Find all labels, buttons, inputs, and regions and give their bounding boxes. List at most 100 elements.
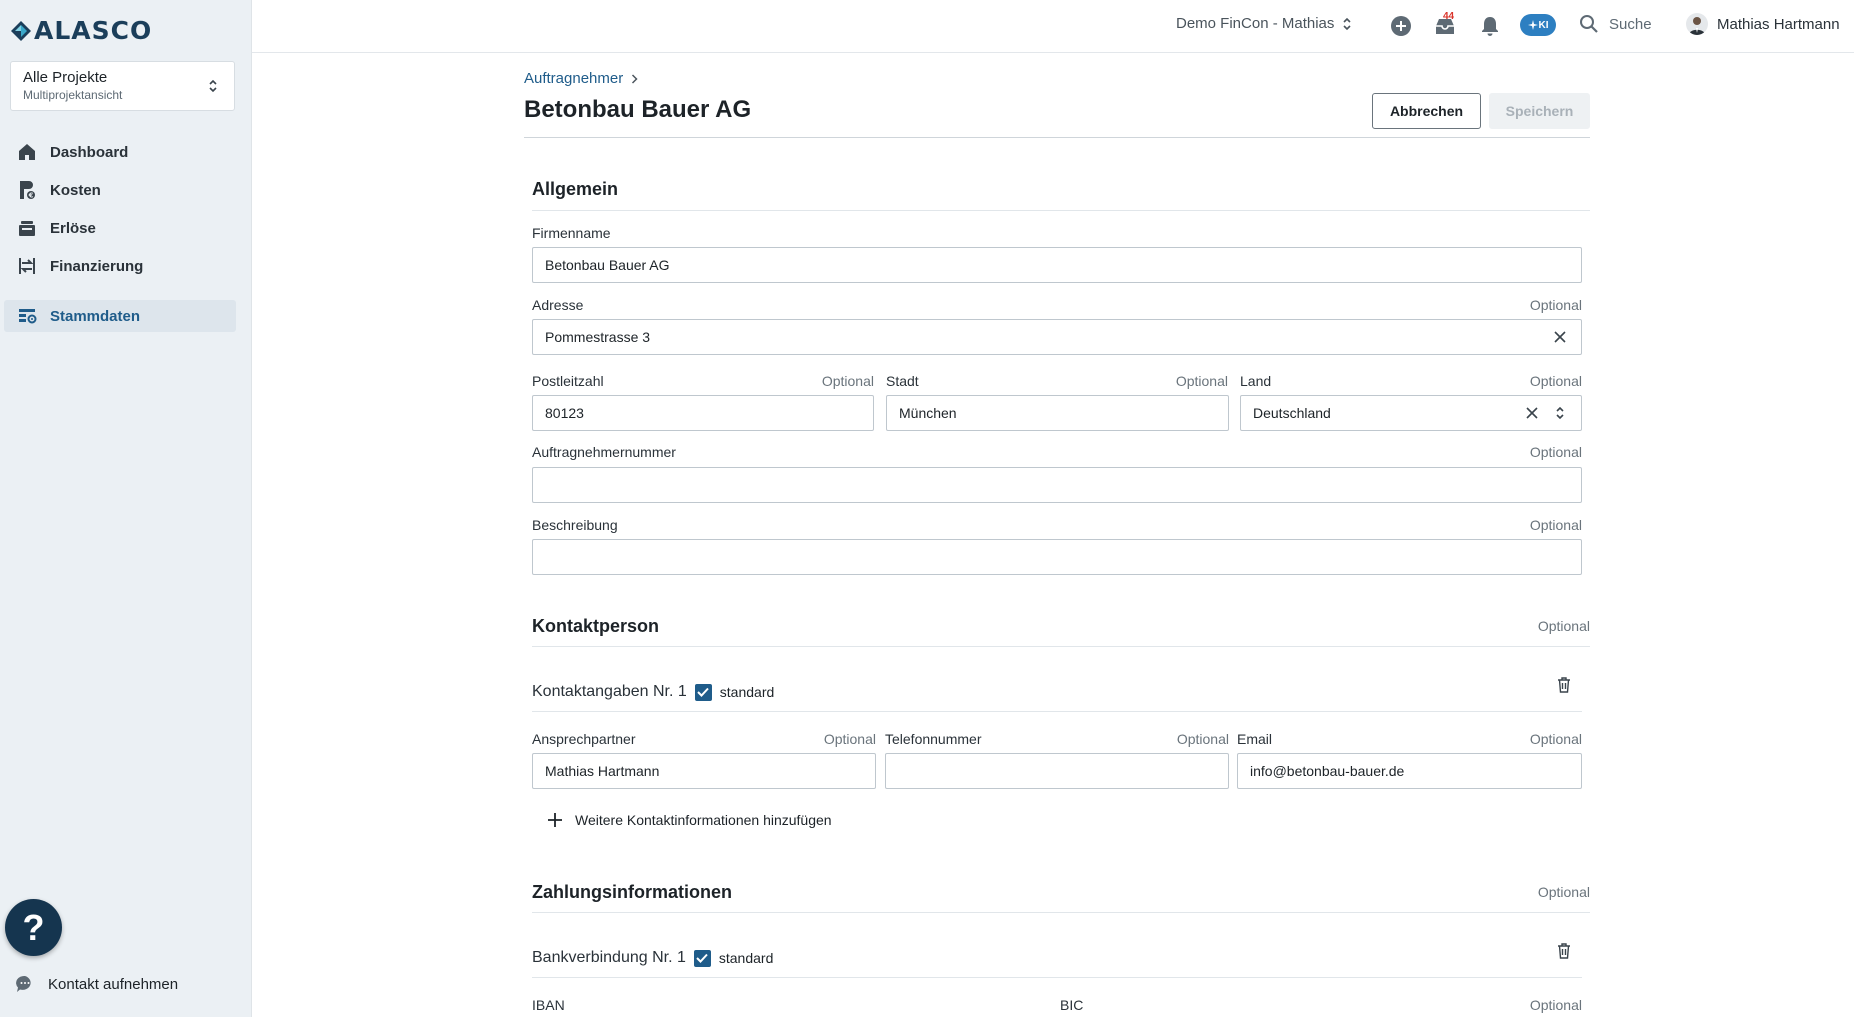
cancel-button[interactable]: Abbrechen (1372, 93, 1481, 129)
city-label: Stadt (886, 373, 919, 389)
bank-entry-divider (532, 977, 1582, 978)
email-value: info@betonbau-bauer.de (1250, 763, 1405, 779)
contact-button[interactable]: Kontakt aufnehmen (16, 975, 178, 993)
sidebar-item-label: Kosten (50, 181, 101, 199)
svg-text:€: € (28, 192, 34, 200)
contact-person-value: Mathias Hartmann (545, 763, 660, 779)
section-title-contact: Kontaktperson (532, 616, 660, 636)
sidebar-item-label: Dashboard (50, 143, 129, 161)
project-selector[interactable]: Alle Projekte Multiprojektansicht (10, 61, 235, 111)
breadcrumb[interactable]: Auftragnehmer (524, 70, 638, 87)
chevron-right-icon (632, 73, 638, 84)
chat-bubble-icon (16, 975, 34, 993)
contact-standard-checkbox[interactable] (694, 683, 712, 701)
sidebar: ALASCO Alle Projekte Multiprojektansicht… (0, 0, 252, 1017)
clear-icon[interactable] (1551, 328, 1569, 346)
country-label: Land (1240, 373, 1272, 389)
bank-standard-label: standard (718, 950, 774, 966)
sidebar-item-kosten[interactable]: € Kosten (4, 174, 236, 206)
city-optional-label: Optional (1175, 373, 1228, 389)
sidebar-item-erloese[interactable]: Erlöse (4, 212, 236, 244)
help-button-label: ? (22, 906, 45, 948)
contact-entry-title: Kontaktangaben Nr. 1 (532, 683, 687, 700)
add-contact-info-label: Weitere Kontaktinformationen hinzufügen (575, 812, 832, 828)
contact-entry-header: Kontaktangaben Nr. 1 standard (532, 683, 774, 701)
zip-value: 80123 (545, 405, 584, 421)
bank-entry-title: Bankverbindung Nr. 1 (532, 949, 686, 966)
contractor-number-optional-label: Optional (1529, 444, 1582, 460)
bank-standard-checkbox[interactable] (693, 949, 711, 967)
zip-label: Postleitzahl (532, 373, 604, 389)
contact-person-optional-label: Optional (823, 731, 876, 747)
notifications-button[interactable] (1477, 13, 1503, 39)
city-value: München (899, 405, 957, 421)
updown-chevron-icon (1555, 406, 1569, 420)
updown-chevron-icon (1343, 17, 1351, 30)
add-button[interactable] (1388, 13, 1414, 39)
section-divider (532, 646, 1590, 647)
avatar (1686, 13, 1708, 35)
home-icon (16, 141, 38, 163)
zip-input[interactable]: 80123 (532, 395, 874, 431)
inbox-count-badge: 44 (1443, 11, 1455, 22)
sidebar-item-dashboard[interactable]: Dashboard (4, 136, 236, 168)
plus-icon (548, 813, 562, 827)
sidebar-item-stammdaten[interactable]: Stammdaten (4, 300, 236, 332)
zip-optional-label: Optional (821, 373, 874, 389)
ki-assistant-button[interactable]: KI (1520, 14, 1556, 36)
email-optional-label: Optional (1529, 731, 1582, 747)
description-input[interactable] (532, 539, 1582, 575)
address-value: Pommestrasse 3 (545, 329, 651, 345)
contractor-number-input[interactable] (532, 467, 1582, 503)
plus-circle-icon (1391, 16, 1411, 36)
phone-input[interactable] (885, 753, 1229, 789)
user-name: Mathias Hartmann (1717, 15, 1840, 33)
breadcrumb-link[interactable]: Auftragnehmer (524, 70, 623, 87)
section-title-general: Allgemein (532, 179, 619, 199)
sidebar-item-label: Erlöse (50, 219, 96, 237)
clear-icon[interactable] (1523, 404, 1541, 422)
bank-entry-header: Bankverbindung Nr. 1 standard (532, 949, 773, 967)
sidebar-item-finanzierung[interactable]: Finanzierung (4, 250, 236, 282)
contact-label: Kontakt aufnehmen (48, 975, 179, 993)
logo-text: ALASCO (34, 16, 153, 45)
revenue-icon (16, 217, 38, 239)
country-select[interactable]: Deutschland (1240, 395, 1582, 431)
search-icon (1580, 15, 1598, 33)
phone-optional-label: Optional (1176, 731, 1229, 747)
search-label: Suche (1609, 15, 1652, 33)
header-divider (524, 137, 1590, 138)
project-selector-title: Alle Projekte (23, 69, 108, 86)
bic-label: BIC (1060, 997, 1084, 1013)
country-value: Deutschland (1253, 405, 1331, 421)
page-title: Betonbau Bauer AG (524, 96, 752, 123)
company-name-label: Firmenname (532, 225, 611, 241)
description-label: Beschreibung (532, 517, 618, 533)
payment-section-optional-label: Optional (1537, 884, 1590, 900)
bell-icon (1482, 17, 1498, 36)
delete-contact-button[interactable] (1554, 675, 1574, 695)
help-button[interactable]: ? (5, 899, 62, 956)
top-bar: Demo FinCon - Mathias 44 KI Suche Mathia… (252, 0, 1854, 53)
delete-bank-button[interactable] (1554, 941, 1574, 961)
search-button[interactable]: Suche (1579, 14, 1652, 34)
company-name-input[interactable]: Betonbau Bauer AG (532, 247, 1582, 283)
bic-optional-label: Optional (1529, 997, 1582, 1013)
save-button[interactable]: Speichern (1489, 93, 1590, 129)
email-input[interactable]: info@betonbau-bauer.de (1237, 753, 1582, 789)
contact-person-label: Ansprechpartner (532, 731, 636, 747)
email-label: Email (1237, 731, 1273, 747)
financing-icon (16, 255, 38, 277)
city-input[interactable]: München (886, 395, 1229, 431)
add-contact-info-button[interactable]: Weitere Kontaktinformationen hinzufügen (547, 812, 832, 828)
address-input[interactable]: Pommestrasse 3 (532, 319, 1582, 355)
contact-person-input[interactable]: Mathias Hartmann (532, 753, 876, 789)
user-menu[interactable]: Mathias Hartmann (1686, 13, 1840, 35)
master-data-icon (16, 305, 38, 327)
contact-standard-label: standard (719, 684, 775, 700)
organization-switcher[interactable]: Demo FinCon - Mathias (1176, 15, 1352, 32)
alasco-logo[interactable]: ALASCO (10, 16, 152, 45)
company-name-value: Betonbau Bauer AG (545, 257, 670, 273)
contractor-number-label: Auftragnehmernummer (532, 444, 676, 460)
trash-icon (1558, 943, 1570, 959)
